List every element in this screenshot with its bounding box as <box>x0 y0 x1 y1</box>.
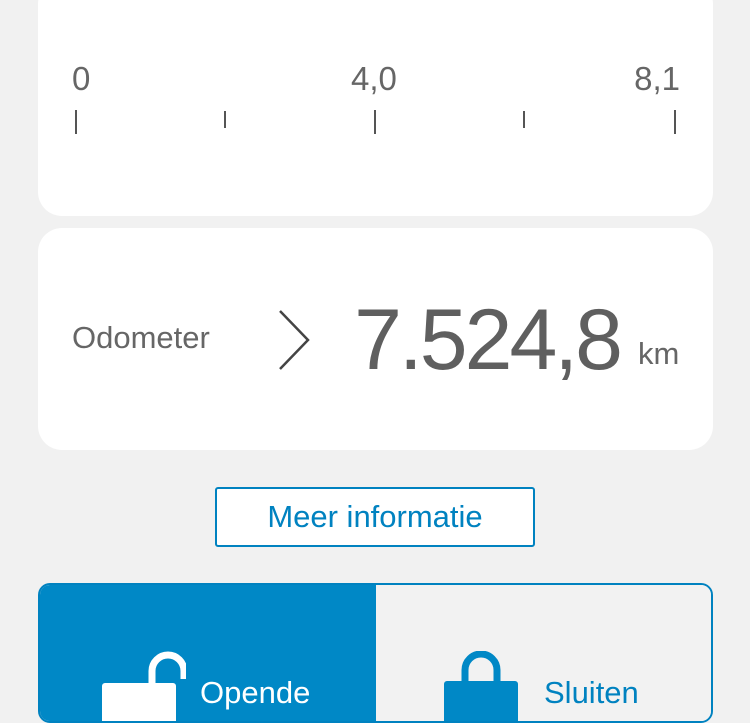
gauge-tick-major <box>674 110 676 134</box>
odometer-unit: km <box>638 336 680 371</box>
lock-segmented-control: Opende Sluiten <box>38 583 713 723</box>
chevron-right-icon[interactable] <box>274 308 314 372</box>
unlocked-padlock-icon <box>102 651 188 721</box>
lock-button[interactable]: Sluiten <box>376 585 711 721</box>
unlock-button[interactable]: Opende <box>40 585 376 721</box>
odometer-label: Odometer <box>72 320 210 355</box>
gauge-tick-label-min: 0 <box>72 60 91 97</box>
more-info-button[interactable]: Meer informatie <box>215 487 535 547</box>
fuel-gauge-card <box>38 0 713 216</box>
gauge-tick-major <box>75 110 77 134</box>
gauge-tick-label-max: 8,1 <box>634 60 680 97</box>
gauge-tick-major <box>374 110 376 134</box>
gauge-tick-minor <box>523 111 525 128</box>
lock-label: Sluiten <box>544 675 639 710</box>
gauge-tick-label-mid: 4,0 <box>351 60 397 97</box>
locked-padlock-icon <box>444 650 524 721</box>
gauge-tick-minor <box>224 111 226 128</box>
odometer-value: 7.524,8 <box>354 292 623 388</box>
unlock-label: Opende <box>200 675 311 710</box>
